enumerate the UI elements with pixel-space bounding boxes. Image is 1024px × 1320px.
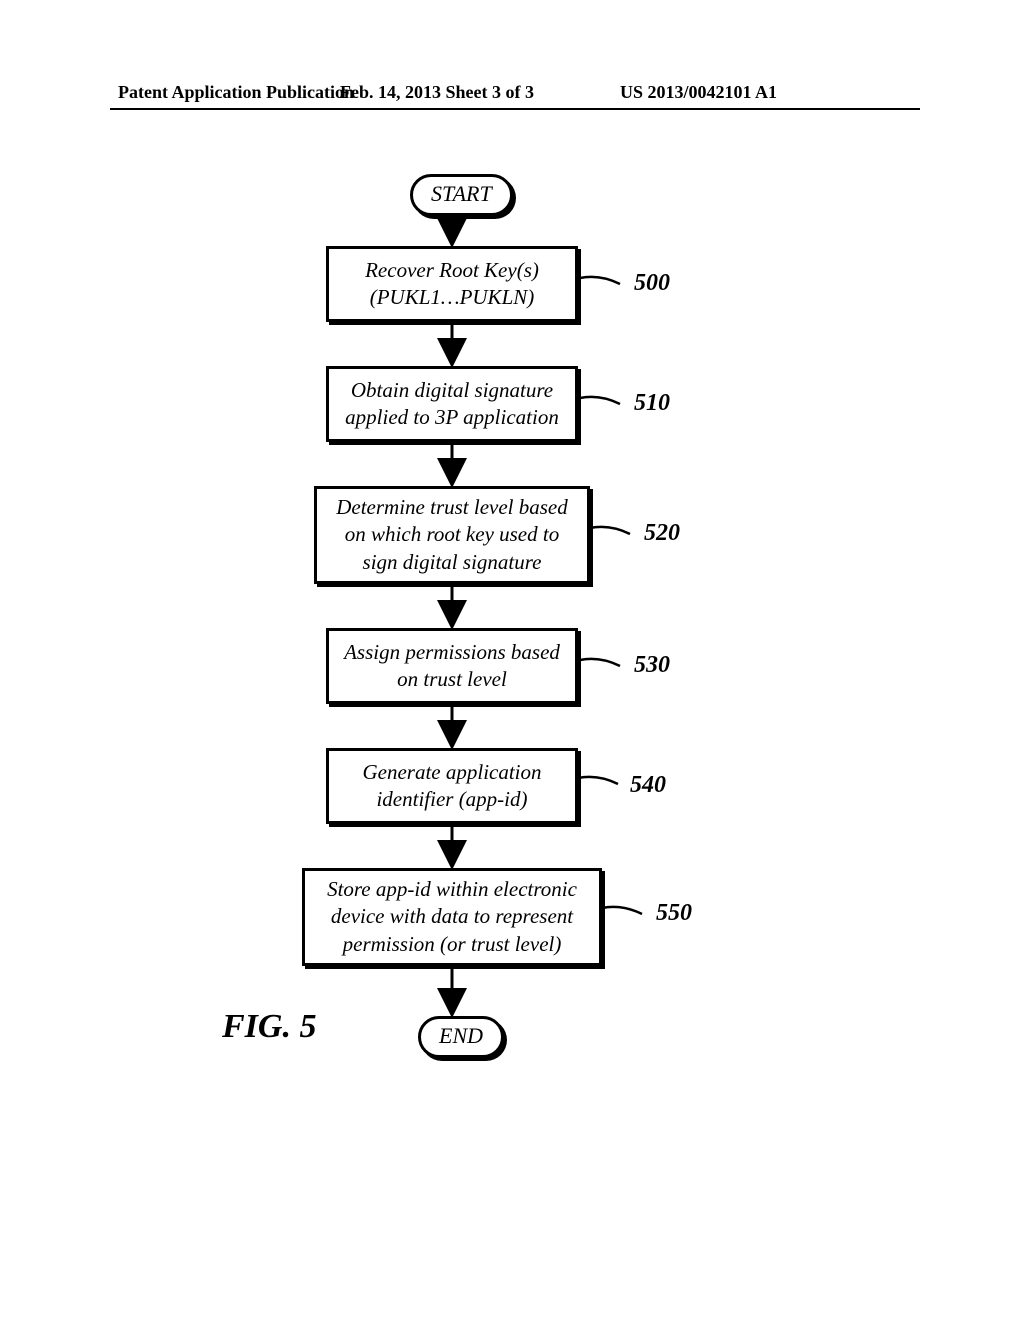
end-label: END xyxy=(439,1023,483,1048)
ref-520: 520 xyxy=(644,520,680,547)
header-mid: Feb. 14, 2013 Sheet 3 of 3 xyxy=(340,82,534,103)
start-label: START xyxy=(431,181,492,206)
flowchart: START Recover Root Key(s)(PUKL1…PUKLN) 5… xyxy=(0,160,1024,1210)
ref-550: 550 xyxy=(656,900,692,927)
step-500: Recover Root Key(s)(PUKL1…PUKLN) xyxy=(326,246,578,322)
header-rule xyxy=(110,108,920,110)
header-left: Patent Application Publication xyxy=(118,82,354,103)
step-510: Obtain digital signatureapplied to 3P ap… xyxy=(326,366,578,442)
end-terminal: END xyxy=(418,1016,504,1058)
ref-540: 540 xyxy=(630,772,666,799)
step-520: Determine trust level basedon which root… xyxy=(314,486,590,584)
step-540-text: Generate applicationidentifier (app-id) xyxy=(362,759,541,814)
step-530-text: Assign permissions basedon trust level xyxy=(344,639,560,694)
step-550-text: Store app-id within electronicdevice wit… xyxy=(327,876,577,958)
header-right: US 2013/0042101 A1 xyxy=(620,82,777,103)
step-550: Store app-id within electronicdevice wit… xyxy=(302,868,602,966)
start-terminal: START xyxy=(410,174,513,216)
ref-530: 530 xyxy=(634,652,670,679)
step-510-text: Obtain digital signatureapplied to 3P ap… xyxy=(345,377,559,432)
ref-510: 510 xyxy=(634,390,670,417)
step-530: Assign permissions basedon trust level xyxy=(326,628,578,704)
step-500-text: Recover Root Key(s)(PUKL1…PUKLN) xyxy=(365,257,539,312)
figure-label: FIG. 5 xyxy=(222,1008,316,1046)
ref-500: 500 xyxy=(634,270,670,297)
step-520-text: Determine trust level basedon which root… xyxy=(336,494,568,576)
step-540: Generate applicationidentifier (app-id) xyxy=(326,748,578,824)
